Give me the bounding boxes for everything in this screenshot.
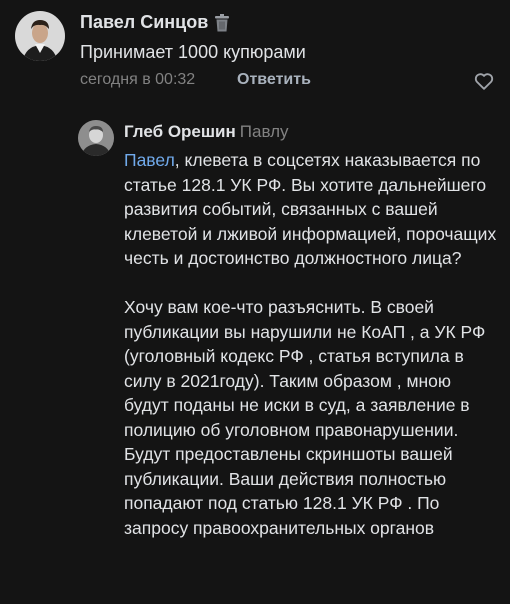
comment-timestamp: сегодня в 00:32	[80, 71, 196, 88]
comment-author-name[interactable]: Павел Синцов	[80, 12, 208, 33]
heart-icon[interactable]	[473, 70, 495, 92]
reply-text: Павел, клевета в соцсетях наказывается п…	[124, 148, 500, 540]
reply-paragraph-text: , клевета в соцсетях наказывается по ста…	[124, 150, 497, 268]
avatar[interactable]	[15, 11, 65, 61]
reply-author-name[interactable]: Глеб Орешин	[124, 122, 236, 141]
reply-recipient[interactable]: Павлу	[240, 122, 289, 141]
reply-avatar[interactable]	[78, 120, 114, 156]
reply-button[interactable]: Ответить	[237, 71, 311, 89]
reply-header: Глеб Орешин Павлу	[124, 122, 289, 142]
comment-author[interactable]: Павел Синцов	[80, 12, 230, 33]
comment-text: Принимает 1000 купюрами	[80, 42, 306, 62]
mention-link[interactable]: Павел	[124, 150, 175, 170]
trash-icon	[214, 13, 230, 32]
reply-paragraph: Хочу вам кое-что разъяснить. В своей пуб…	[124, 297, 486, 538]
reply-paragraph: Павел, клевета в соцсетях наказывается п…	[124, 148, 500, 271]
